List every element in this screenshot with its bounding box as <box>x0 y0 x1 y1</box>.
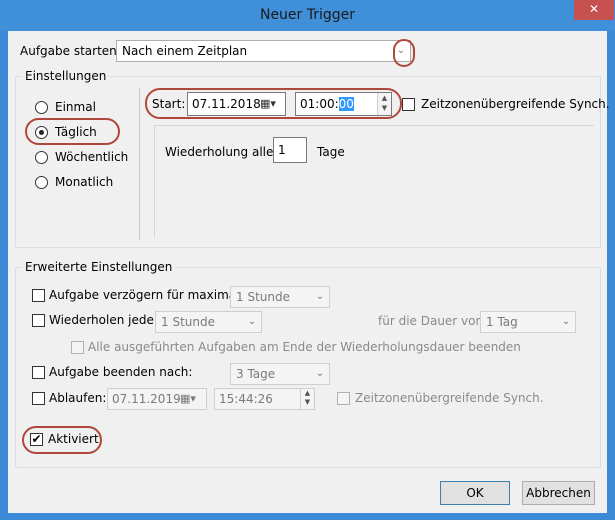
settings-divider <box>139 88 140 240</box>
stop-all-label: Alle ausgeführten Aufgaben am Ende der W… <box>88 340 521 354</box>
stop-label: Aufgabe beenden nach: <box>49 365 193 379</box>
start-time-selected: 00 <box>338 97 354 111</box>
dialog-body: Aufgabe starten: Nach einem Zeitplan ⌄ E… <box>8 31 610 513</box>
enabled-checkbox[interactable]: ✔ <box>30 433 43 446</box>
chevron-down-icon: ⌄ <box>315 368 325 379</box>
radio-daily[interactable] <box>35 126 48 139</box>
delay-select[interactable]: 1 Stunde ⌄ <box>230 286 330 308</box>
spin-up-icon[interactable]: ▲ <box>378 93 391 103</box>
chevron-down-icon: ⌄ <box>396 45 406 56</box>
repeat-select[interactable]: 1 Stunde ⌄ <box>155 311 262 333</box>
stop-select[interactable]: 3 Tage ⌄ <box>230 363 330 385</box>
checkmark-icon: ✔ <box>31 432 42 446</box>
radio-monthly[interactable] <box>35 176 48 189</box>
radio-once[interactable] <box>35 101 48 114</box>
ok-button[interactable]: OK <box>440 481 510 505</box>
duration-select-value: 1 Tag <box>486 315 518 329</box>
expire-time-field[interactable]: 15:44:26 ▲ ▼ <box>214 388 315 410</box>
settings-group-title: Einstellungen <box>22 69 110 83</box>
recurrence-panel <box>154 125 594 238</box>
spin-down-icon[interactable]: ▼ <box>378 103 391 113</box>
expire-date-field[interactable]: 07.11.2019 ▦▾ <box>107 388 207 410</box>
chevron-down-icon: ⌄ <box>315 291 325 302</box>
stop-select-value: 3 Tage <box>236 367 276 381</box>
expire-date-value: 07.11.2019 <box>112 392 181 406</box>
start-sync-checkbox[interactable] <box>402 98 415 111</box>
stop-all-checkbox[interactable] <box>71 341 84 354</box>
enabled-label: Aktiviert <box>48 432 99 446</box>
start-time-field[interactable]: 01:00:00 ▲ ▼ <box>295 92 392 116</box>
expire-sync-checkbox[interactable] <box>337 392 350 405</box>
time-spinner[interactable]: ▲ ▼ <box>377 93 391 115</box>
radio-monthly-label: Monatlich <box>55 175 114 189</box>
radio-daily-label: Täglich <box>55 125 97 139</box>
delay-label: Aufgabe verzögern für maximal: <box>49 288 244 302</box>
radio-weekly-label: Wöchentlich <box>55 150 129 164</box>
close-button[interactable]: ✕ <box>574 0 614 20</box>
chevron-down-icon: ⌄ <box>561 316 571 327</box>
delay-checkbox[interactable] <box>32 289 45 302</box>
expire-time-spinner[interactable]: ▲ ▼ <box>300 389 314 409</box>
expire-sync-label: Zeitzonenübergreifende Synch. <box>355 391 544 405</box>
spin-up-icon[interactable]: ▲ <box>301 389 314 398</box>
start-label: Start: <box>152 97 186 111</box>
start-date-field[interactable]: 07.11.2018 ▦▾ <box>187 92 286 116</box>
duration-select[interactable]: 1 Tag ⌄ <box>480 311 576 333</box>
repeat-checkbox[interactable] <box>32 314 45 327</box>
close-icon: ✕ <box>588 2 600 16</box>
begin-select[interactable]: Nach einem Zeitplan ⌄ <box>116 40 411 62</box>
expire-label: Ablaufen: <box>49 391 107 405</box>
begin-select-value: Nach einem Zeitplan <box>122 44 248 58</box>
calendar-icon[interactable]: ▦▾ <box>180 389 196 409</box>
calendar-icon[interactable]: ▦▾ <box>260 93 276 115</box>
dialog-window: Neuer Trigger ✕ Aufgabe starten: Nach ei… <box>0 0 615 520</box>
start-sync-label: Zeitzonenübergreifende Synch. <box>421 97 610 111</box>
recur-input[interactable]: 1 <box>273 137 307 163</box>
spin-down-icon[interactable]: ▼ <box>301 398 314 407</box>
start-time-prefix: 01:00: <box>300 97 339 111</box>
duration-label: für die Dauer von: <box>378 314 488 328</box>
radio-weekly[interactable] <box>35 151 48 164</box>
chevron-down-icon: ⌄ <box>247 316 257 327</box>
advanced-group-title: Erweiterte Einstellungen <box>22 260 176 274</box>
expire-checkbox[interactable] <box>32 392 45 405</box>
stop-checkbox[interactable] <box>32 366 45 379</box>
begin-label: Aufgabe starten: <box>20 44 121 58</box>
recur-value: 1 <box>278 143 286 157</box>
cancel-button[interactable]: Abbrechen <box>522 481 595 505</box>
expire-time-value: 15:44:26 <box>219 392 273 406</box>
repeat-select-value: 1 Stunde <box>161 315 215 329</box>
repeat-label: Wiederholen jede: <box>49 313 158 327</box>
recur-unit-label: Tage <box>317 145 345 159</box>
window-title: Neuer Trigger <box>259 7 356 23</box>
start-date-value: 07.11.2018 <box>192 97 261 111</box>
recur-label: Wiederholung alle: <box>165 145 278 159</box>
delay-select-value: 1 Stunde <box>236 290 290 304</box>
radio-once-label: Einmal <box>55 100 96 114</box>
